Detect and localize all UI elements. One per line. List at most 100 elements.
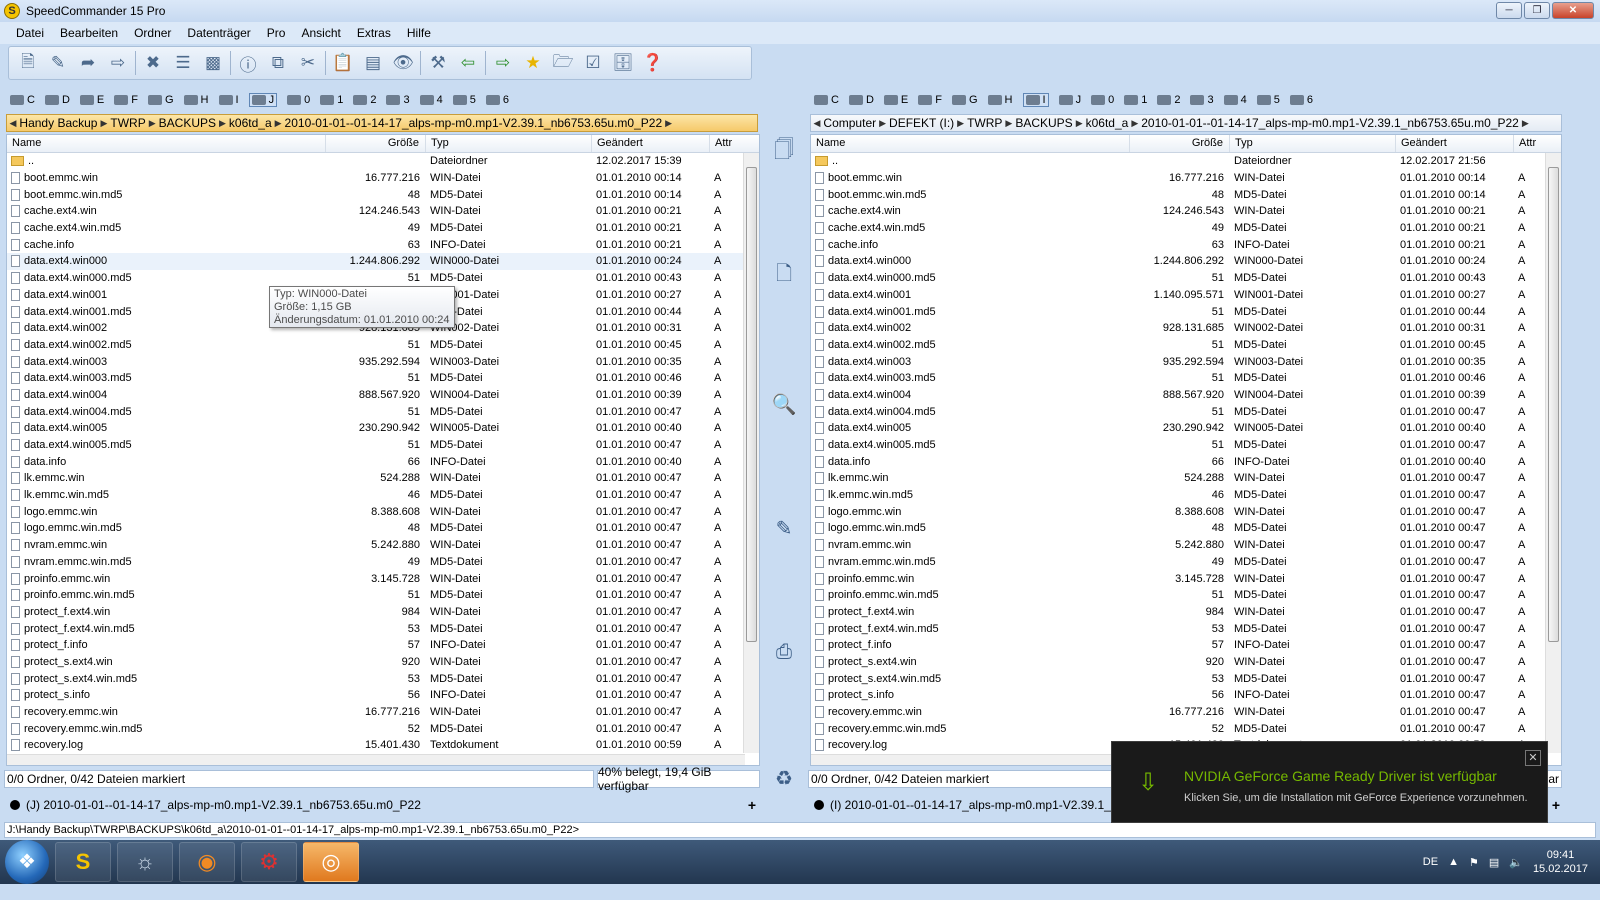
breadcrumb-separator-icon[interactable]: ▶	[1522, 118, 1529, 129]
file-row[interactable]: data.ext4.win000 1.244.806.292 WIN000-Date…	[7, 253, 759, 270]
column-type[interactable]: Typ	[426, 135, 592, 152]
file-row[interactable]: recovery.emmc.win 16.777.216 WIN-Datei 01.0…	[7, 704, 759, 721]
file-row[interactable]: data.ext4.win004.md5 51 MD5-Datei 01.01.201…	[7, 403, 759, 420]
command-line[interactable]: J:\Handy Backup\TWRP\BACKUPS\k06td_a\201…	[4, 822, 1596, 838]
minimize-button[interactable]: ─	[1496, 2, 1522, 19]
menu-item-extras[interactable]: Extras	[357, 26, 391, 40]
cut-icon[interactable]: ✂	[295, 50, 321, 76]
drive-1[interactable]: 1	[320, 94, 343, 106]
file-row[interactable]: protect_f.info 57 INFO-Datei 01.01.2010 00:…	[811, 637, 1561, 654]
file-row[interactable]: data.ext4.win003.md5 51 MD5-Datei 01.01.201…	[811, 370, 1561, 387]
file-row[interactable]: data.ext4.win000 1.244.806.292 WIN000-Date…	[811, 253, 1561, 270]
move-icon[interactable]: 🗋	[770, 262, 798, 290]
file-row[interactable]: lk.emmc.win.md5 46 MD5-Datei 01.01.2010 00:…	[811, 487, 1561, 504]
file-row[interactable]: protect_s.info 56 INFO-Datei 01.01.2010 00:…	[7, 687, 759, 704]
drive-f[interactable]: F	[918, 94, 942, 106]
properties-icon[interactable]: ☰	[170, 50, 196, 76]
parent-folder-row[interactable]: .. Dateiordner 12.02.2017 15:39	[7, 153, 759, 170]
copy-icon[interactable]: 🗍	[770, 138, 798, 166]
breadcrumb-separator-icon[interactable]: ▶	[1005, 118, 1012, 129]
column-size[interactable]: Größe	[326, 135, 426, 152]
file-row[interactable]: protect_s.ext4.win.md5 53 MD5-Datei 01.01.2…	[811, 670, 1561, 687]
print-icon[interactable]: ⎙	[770, 638, 798, 666]
file-row[interactable]: data.ext4.win000.md5 51 MD5-Datei 01.01.201…	[7, 270, 759, 287]
file-row[interactable]: lk.emmc.win 524.288 WIN-Datei 01.01.2010 00…	[811, 470, 1561, 487]
recycle-bin-icon[interactable]: ♻	[770, 764, 798, 792]
breadcrumb-separator-icon[interactable]: ▶	[957, 118, 964, 129]
drive-c[interactable]: C	[814, 94, 839, 106]
breadcrumb-separator-icon[interactable]: ▶	[879, 118, 886, 129]
breadcrumb-item[interactable]: Handy Backup	[16, 116, 100, 130]
drive-5[interactable]: 5	[452, 94, 476, 106]
file-row[interactable]: nvram.emmc.win 5.242.880 WIN-Datei 01.01.20…	[7, 537, 759, 554]
view-file-icon[interactable]: 🔍	[770, 390, 798, 418]
drive-4[interactable]: 4	[419, 94, 443, 106]
file-row[interactable]: boot.emmc.win 16.777.216 WIN-Datei 01.01.20…	[811, 170, 1561, 187]
breadcrumb-item[interactable]: 2010-01-01--01-14-17_alps-mp-m0.mp1-V2.3…	[282, 116, 666, 130]
file-row[interactable]: protect_s.ext4.win 920 WIN-Datei 01.01.2010…	[7, 654, 759, 671]
nvidia-notification[interactable]: ✕ ⇩ NVIDIA GeForce Game Ready Driver ist…	[1111, 741, 1548, 823]
show-hidden-icons-icon[interactable]: ▲	[1448, 856, 1459, 868]
file-row[interactable]: protect_s.ext4.win 920 WIN-Datei 01.01.2010…	[811, 654, 1561, 671]
volume-icon[interactable]: 🔈	[1509, 856, 1523, 869]
drive-icon[interactable]: ▤	[360, 50, 386, 76]
column-attr[interactable]: Attr	[710, 135, 744, 152]
file-row[interactable]: cache.ext4.win 124.246.543 WIN-Datei 01.01.…	[811, 203, 1561, 220]
file-row[interactable]: cache.info 63 INFO-Datei 01.01.2010 00:21 A	[811, 236, 1561, 253]
file-row[interactable]: proinfo.emmc.win.md5 51 MD5-Datei 01.01.201…	[811, 587, 1561, 604]
file-row[interactable]: logo.emmc.win.md5 48 MD5-Datei 01.01.2010 0…	[811, 520, 1561, 537]
file-row[interactable]: data.ext4.win004 888.567.920 WIN004-Datei 0…	[811, 387, 1561, 404]
file-row[interactable]: nvram.emmc.win.md5 49 MD5-Datei 01.01.2010 …	[811, 554, 1561, 571]
drive-g[interactable]: G	[951, 94, 978, 106]
drive-h[interactable]: H	[183, 94, 209, 106]
file-row[interactable]: data.ext4.win005.md5 51 MD5-Datei 01.01.201…	[811, 437, 1561, 454]
column-size[interactable]: Größe	[1130, 135, 1230, 152]
file-row[interactable]: recovery.emmc.win.md5 52 MD5-Datei 01.01.20…	[811, 720, 1561, 737]
maximize-button[interactable]: ❐	[1524, 2, 1550, 19]
drive-1[interactable]: 1	[1124, 94, 1147, 106]
breadcrumb-item[interactable]: 2010-01-01--01-14-17_alps-mp-m0.mp1-V2.3…	[1138, 116, 1522, 130]
file-row[interactable]: boot.emmc.win 16.777.216 WIN-Datei 01.01.20…	[7, 170, 759, 187]
delete-icon[interactable]: ✖	[140, 50, 166, 76]
forward-nav-icon[interactable]: ⇨	[490, 50, 516, 76]
breadcrumb-item[interactable]: BACKUPS	[156, 116, 219, 130]
file-row[interactable]: data.ext4.win000.md5 51 MD5-Datei 01.01.201…	[811, 270, 1561, 287]
drive-d[interactable]: D	[44, 94, 70, 106]
file-row[interactable]: data.ext4.win002 928.131.685 WIN002-Datei 0…	[811, 320, 1561, 337]
forward-icon[interactable]: ➦	[75, 50, 101, 76]
info-icon[interactable]: ⓘ	[235, 50, 261, 76]
edit-icon[interactable]: ✎	[45, 50, 71, 76]
file-row[interactable]: lk.emmc.win 524.288 WIN-Datei 01.01.2010 00…	[7, 470, 759, 487]
add-tab-button[interactable]: +	[1552, 797, 1564, 813]
drive-0[interactable]: 0	[287, 94, 310, 106]
left-path-bar[interactable]: ◀ Handy Backup ▶ TWRP ▶ BACKUPS ▶ k06td_a ▶ 2010-…	[6, 114, 758, 132]
file-row[interactable]: recovery.log 15.401.430 Textdokument 01.01.…	[7, 737, 759, 754]
drive-j[interactable]: J	[1058, 94, 1081, 106]
path-back-icon[interactable]: ◀	[7, 118, 17, 129]
file-row[interactable]: lk.emmc.win.md5 46 MD5-Datei 01.01.2010 00:…	[7, 487, 759, 504]
column-name[interactable]: Name	[811, 135, 1130, 152]
drive-e[interactable]: E	[883, 94, 908, 106]
drive-e[interactable]: E	[79, 94, 104, 106]
breadcrumb-separator-icon[interactable]: ▶	[275, 118, 282, 129]
menu-item-pro[interactable]: Pro	[267, 26, 286, 40]
back-icon[interactable]: ⇦	[455, 50, 481, 76]
file-row[interactable]: nvram.emmc.win.md5 49 MD5-Datei 01.01.2010 …	[7, 554, 759, 571]
scroll-thumb[interactable]	[1548, 167, 1559, 642]
network-drive-icon[interactable]: 🗄	[610, 50, 636, 76]
drive-c[interactable]: C	[10, 94, 35, 106]
taskbar-firefox-icon[interactable]: ◉	[179, 842, 235, 882]
file-row[interactable]: protect_f.ext4.win.md5 53 MD5-Datei 01.01.2…	[7, 620, 759, 637]
view-icon[interactable]: 👁	[390, 50, 416, 76]
taskbar-red-app-icon[interactable]: ⚙	[241, 842, 297, 882]
breadcrumb-separator-icon[interactable]: ▶	[1076, 118, 1083, 129]
file-row[interactable]: proinfo.emmc.win 3.145.728 WIN-Datei 01.01.…	[7, 570, 759, 587]
right-path-bar[interactable]: ◀ Computer ▶ DEFEKT (I:) ▶ TWRP ▶ BACKUPS ▶ k06td…	[810, 114, 1562, 132]
drive-5[interactable]: 5	[1256, 94, 1280, 106]
action-center-flag-icon[interactable]: ⚑	[1469, 856, 1479, 869]
file-row[interactable]: data.ext4.win003.md5 51 MD5-Datei 01.01.201…	[7, 370, 759, 387]
right-vertical-scrollbar[interactable]	[1545, 153, 1561, 753]
folder-sync-icon[interactable]: 🗁	[550, 50, 576, 76]
language-indicator[interactable]: DE	[1423, 856, 1438, 868]
file-row[interactable]: protect_f.ext4.win 984 WIN-Datei 01.01.2010…	[7, 604, 759, 621]
